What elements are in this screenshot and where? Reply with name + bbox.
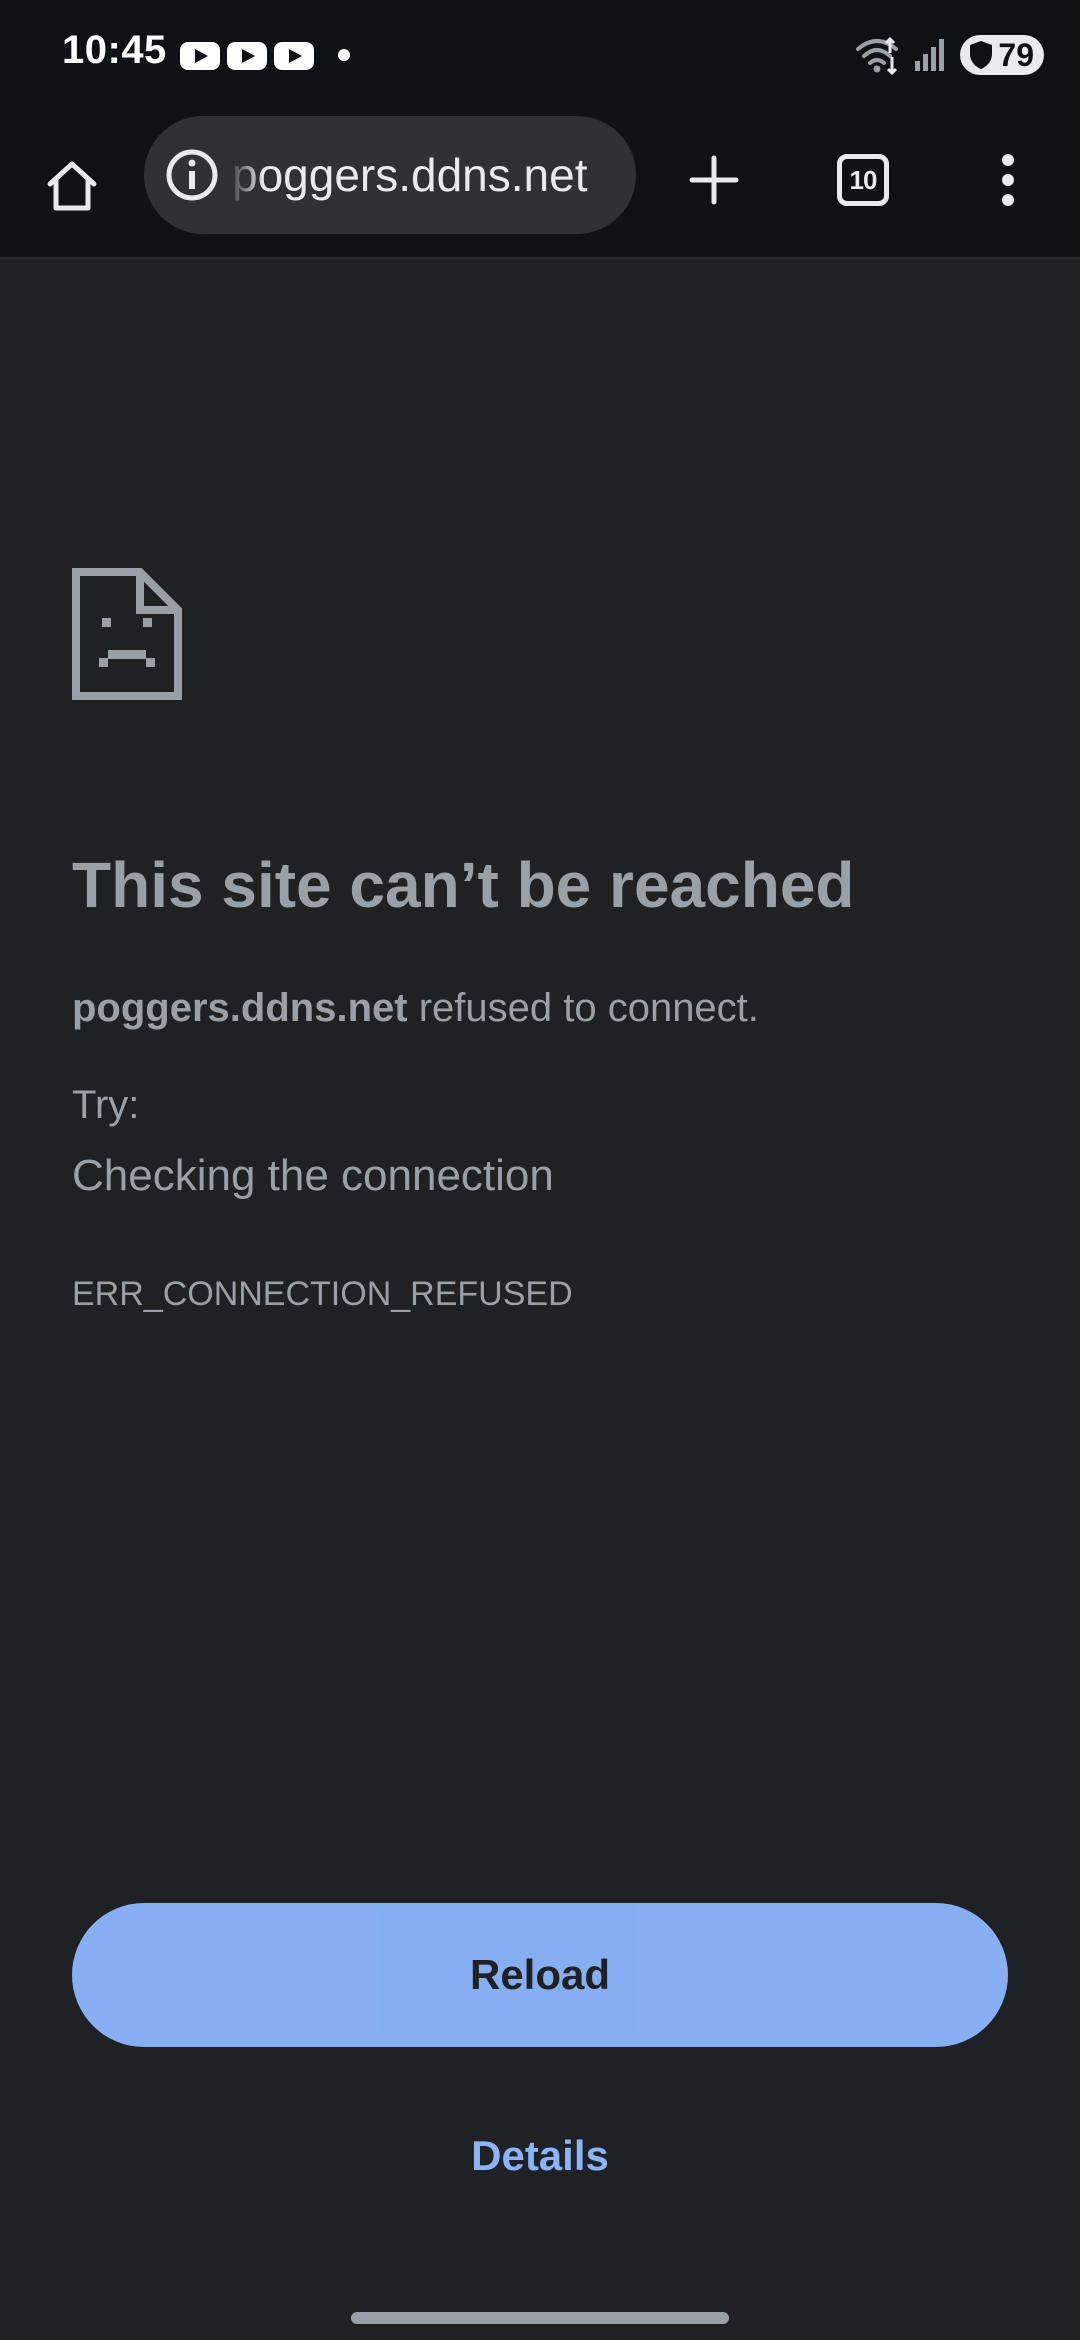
url-text[interactable]: poggers.ddns.net: [232, 116, 616, 234]
youtube-icon: [180, 42, 220, 70]
info-icon[interactable]: [164, 147, 220, 203]
error-message: poggers.ddns.net refused to connect.: [72, 986, 759, 1031]
gesture-navigation-bar[interactable]: [351, 2312, 729, 2324]
youtube-icon: [274, 42, 314, 70]
tab-count: 10: [837, 154, 889, 206]
battery-indicator: 79: [960, 35, 1044, 75]
error-host: poggers.ddns.net: [72, 986, 408, 1030]
suggestion-check-connection: Checking the connection: [72, 1151, 554, 1200]
details-button[interactable]: Details: [340, 2120, 740, 2192]
try-label: Try:: [72, 1083, 140, 1127]
status-clock: 10:45: [62, 28, 167, 72]
status-bar: 10:45 79: [0, 0, 1080, 110]
wifi-icon: [856, 36, 899, 75]
status-right-group: 79: [854, 32, 1044, 78]
address-bar[interactable]: poggers.ddns.net: [144, 116, 636, 234]
browser-chrome: 10:45 79 poggers.ddns.net 10: [0, 0, 1080, 259]
new-tab-button[interactable]: [674, 140, 754, 220]
more-vert-icon-dot: [1002, 174, 1014, 186]
error-message-suffix: refused to connect.: [407, 986, 759, 1030]
plus-icon: [689, 155, 739, 205]
home-icon: [47, 161, 97, 211]
more-vert-icon-dot: [1002, 194, 1014, 206]
error-title: This site can’t be reached: [72, 849, 855, 921]
shield-icon: [970, 41, 993, 69]
youtube-icon: [227, 42, 267, 70]
url-fade-overlay: [228, 116, 264, 234]
signal-icon: [915, 39, 945, 71]
more-options-button[interactable]: [968, 140, 1048, 220]
tab-switcher-button[interactable]: 10: [823, 140, 903, 220]
battery-level: 79: [998, 36, 1034, 73]
browser-toolbar: poggers.ddns.net 10: [0, 110, 1080, 260]
more-vert-icon-dot: [1002, 154, 1014, 166]
notification-dot-icon: [338, 49, 350, 61]
reload-button[interactable]: Reload: [72, 1903, 1008, 2047]
sad-page-icon: [72, 568, 182, 700]
error-code: ERR_CONNECTION_REFUSED: [72, 1275, 573, 1313]
home-button[interactable]: [30, 144, 114, 228]
